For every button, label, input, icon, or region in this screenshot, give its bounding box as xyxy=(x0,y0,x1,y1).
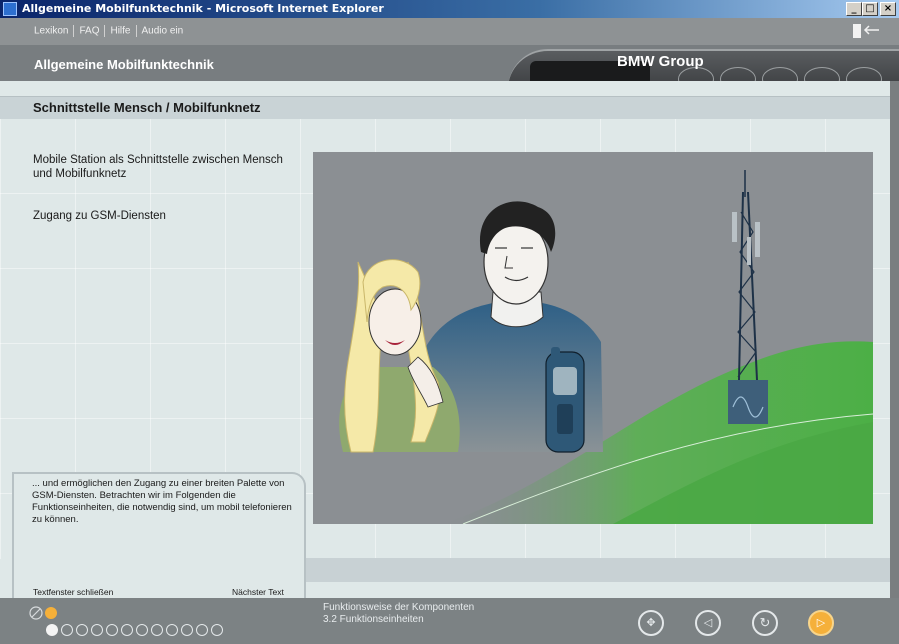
progress-dot[interactable] xyxy=(136,624,148,636)
text-window: ... und ermöglichen den Zugang zu einer … xyxy=(12,472,306,600)
progress-dot[interactable] xyxy=(121,624,133,636)
minimize-icon[interactable]: _ xyxy=(846,2,862,16)
progress-dot[interactable] xyxy=(211,624,223,636)
progress-dot[interactable] xyxy=(106,624,118,636)
exit-icon[interactable] xyxy=(851,22,881,40)
section-header: Schnittstelle Mensch / Mobilfunknetz xyxy=(0,96,890,120)
menu-divider xyxy=(73,25,75,37)
progress-dot[interactable] xyxy=(91,624,103,636)
close-icon[interactable]: × xyxy=(880,2,896,16)
section-title: Schnittstelle Mensch / Mobilfunknetz xyxy=(33,100,261,115)
footer-subchapter: 3.2 Funktionseinheiten xyxy=(323,614,424,625)
navigation-cross-icon[interactable]: ✥ xyxy=(638,610,664,636)
progress-dot[interactable] xyxy=(61,624,73,636)
menu-item-audio[interactable]: Audio ein xyxy=(142,26,184,37)
text-window-body: ... und ermöglichen den Zugang zu einer … xyxy=(32,478,292,525)
menu-item-hilfe[interactable]: Hilfe xyxy=(110,26,130,37)
replay-icon[interactable]: ↻ xyxy=(752,610,778,636)
right-edge xyxy=(890,81,899,598)
back-arrow-icon[interactable]: ◁ xyxy=(695,610,721,636)
menu-divider xyxy=(104,25,106,37)
app-icon xyxy=(3,2,17,16)
app-title: Allgemeine Mobilfunktechnik xyxy=(34,57,214,72)
next-text-link[interactable]: Nächster Text xyxy=(232,587,284,597)
forward-arrow-icon[interactable]: ▷ xyxy=(808,610,834,636)
close-textwindow-link[interactable]: Textfenster schließen xyxy=(33,587,113,597)
progress-dot[interactable] xyxy=(76,624,88,636)
bullet-text-2: Zugang zu GSM-Diensten xyxy=(33,210,166,222)
window-titlebar: Allgemeine Mobilfunktechnik - Microsoft … xyxy=(0,0,899,18)
progress-dot[interactable] xyxy=(151,624,163,636)
menu-bar: Lexikon FAQ Hilfe Audio ein xyxy=(0,18,899,45)
mobile-phone-graphic xyxy=(545,347,585,453)
progress-dot[interactable] xyxy=(46,624,58,636)
footer-chapter: Funktionsweise der Komponenten xyxy=(323,602,475,613)
header-banner: Allgemeine Mobilfunktechnik BMW Group xyxy=(0,45,899,81)
lower-band xyxy=(306,558,890,582)
maximize-icon[interactable]: □ xyxy=(862,2,878,16)
menu-divider xyxy=(135,25,137,37)
brand-logo-text: BMW Group xyxy=(617,53,704,70)
bullet-text-1: Mobile Station als Schnittstelle zwische… xyxy=(33,154,283,180)
check-icon xyxy=(29,606,43,620)
window-title: Allgemeine Mobilfunktechnik - Microsoft … xyxy=(22,2,384,15)
menu-item-faq[interactable]: FAQ xyxy=(79,26,99,37)
progress-dot[interactable] xyxy=(166,624,178,636)
current-status-dot xyxy=(45,607,57,619)
progress-dot[interactable] xyxy=(181,624,193,636)
progress-dot[interactable] xyxy=(196,624,208,636)
menu-item-lexikon[interactable]: Lexikon xyxy=(34,26,68,37)
illustration xyxy=(313,152,873,524)
